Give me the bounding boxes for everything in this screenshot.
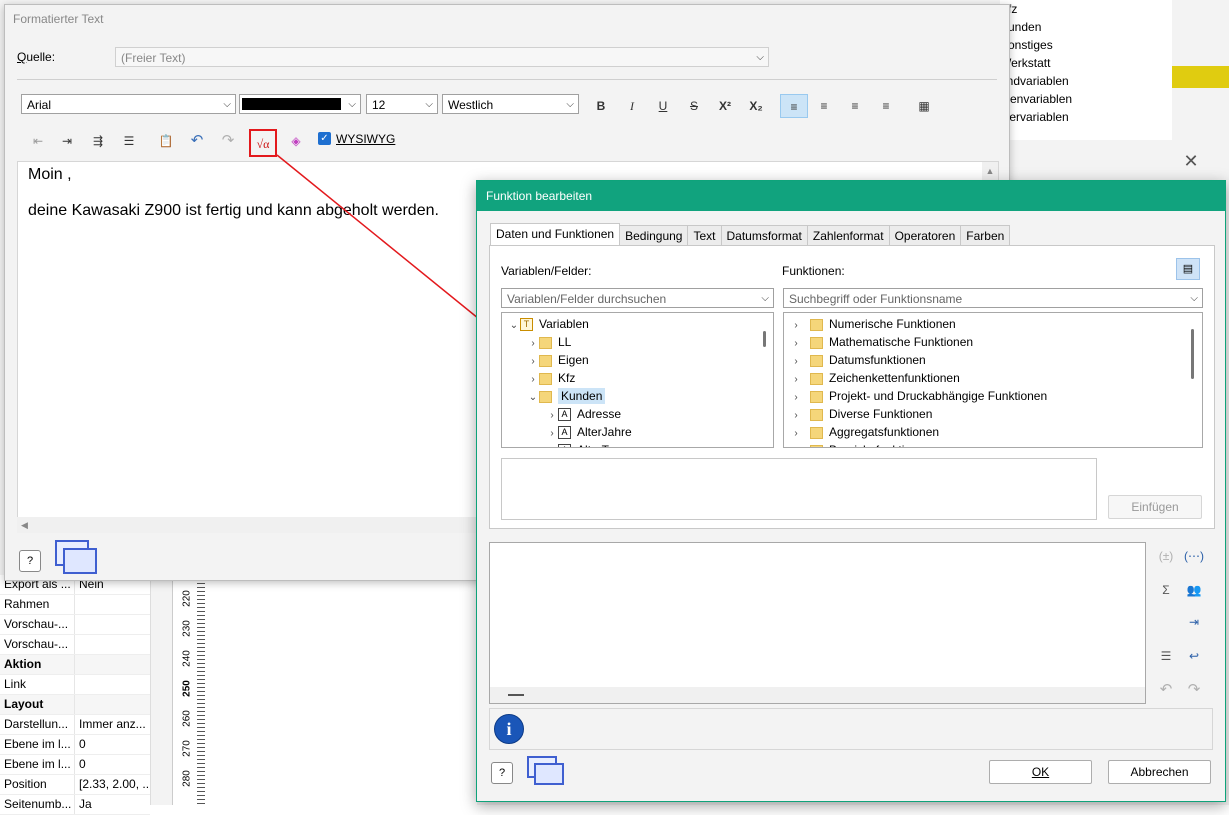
folder-icon	[810, 426, 823, 439]
dialog-title: Funktion bearbeiten	[477, 181, 1225, 211]
tree-node[interactable]: › LL	[527, 333, 571, 351]
info-bar: i	[489, 708, 1213, 750]
tab-zahlenformat[interactable]: Zahlenformat	[806, 225, 890, 246]
variables-search-placeholder: Variablen/Felder durchsuchen	[507, 292, 667, 306]
expression-editor[interactable]	[489, 542, 1146, 704]
function-category[interactable]: › Aggregatsfunktionen	[790, 423, 939, 441]
chevron-down-icon: ⌵	[761, 293, 769, 304]
variables-tree[interactable]: ⌄ T Variablen › LL › Eigen › Kfz ⌄ Kunden › A Adresse…	[501, 312, 774, 448]
scrollbar-thumb[interactable]	[1191, 329, 1194, 379]
cancel-button[interactable]: Abbrechen	[1108, 760, 1211, 784]
function-category[interactable]: › Bereichsfunktionen	[790, 441, 931, 447]
chevron-down-icon: ⌵	[1190, 293, 1198, 304]
chevron-right-icon[interactable]: ›	[790, 443, 802, 447]
tree-node-label: Variablen	[539, 317, 589, 331]
tree-node[interactable]: › Eigen	[527, 351, 589, 369]
tree-node-label: Eigen	[558, 353, 589, 367]
function-category[interactable]: › Projekt- und Druckabhängige Funktionen	[790, 387, 1047, 405]
function-category[interactable]: › Diverse Funktionen	[790, 405, 932, 423]
folder-icon	[539, 372, 552, 385]
functions-search-placeholder: Suchbegriff oder Funktionsname	[789, 292, 963, 306]
function-category[interactable]: › Mathematische Funktionen	[790, 333, 973, 351]
folder-icon	[539, 354, 552, 367]
tab-panel: Variablen/Felder: Funktionen: ▤ Variable…	[489, 245, 1215, 529]
tree-node[interactable]: ⌄ T Variablen	[508, 315, 589, 333]
variables-search-input[interactable]: Variablen/Felder durchsuchen ⌵	[501, 288, 774, 308]
text-field-icon: A	[558, 444, 571, 447]
function-category-label: Numerische Funktionen	[829, 317, 956, 331]
tab-operatoren[interactable]: Operatoren	[888, 225, 962, 246]
function-category-label: Bereichsfunktionen	[829, 443, 931, 447]
variable-root-icon: T	[520, 318, 533, 332]
users-icon[interactable]: 👥	[1183, 579, 1205, 601]
tree-node-label: Kunden	[558, 388, 606, 404]
folder-icon	[810, 372, 823, 385]
tab-bedingung[interactable]: Bedingung	[619, 225, 689, 246]
functions-label: Funktionen:	[782, 264, 845, 278]
chevron-down-icon[interactable]: ⌄	[508, 317, 520, 335]
tab-farben[interactable]: Farben	[960, 225, 1011, 246]
functions-search-input[interactable]: Suchbegriff oder Funktionsname ⌵	[783, 288, 1203, 308]
tree-node[interactable]: ›A AlterTage	[546, 441, 628, 447]
function-category-label: Mathematische Funktionen	[829, 335, 974, 349]
text-field-icon: A	[558, 426, 571, 440]
expression-horizontal-scrollbar[interactable]	[490, 687, 1145, 703]
folder-icon	[810, 336, 823, 349]
tab-text[interactable]: Text	[687, 225, 722, 246]
chevron-right-icon[interactable]: ›	[546, 443, 558, 447]
insert-button[interactable]: Einfügen	[1108, 495, 1202, 519]
redo-icon[interactable]: ↷	[1183, 679, 1205, 701]
folder-icon	[810, 390, 823, 403]
tree-node-label: AlterTage	[577, 443, 628, 447]
tree-node-label: Kfz	[558, 371, 576, 385]
variables-label: Variablen/Felder:	[501, 264, 592, 278]
function-category-label: Projekt- und Druckabhängige Funktionen	[829, 389, 1048, 403]
format-icon[interactable]: ☰	[1155, 645, 1177, 667]
function-dialog: Funktion bearbeiten Daten und Funktionen…	[476, 180, 1226, 802]
undo-icon[interactable]: ↶	[1155, 679, 1177, 701]
folder-icon	[810, 318, 823, 331]
function-category[interactable]: › Datumsfunktionen	[790, 351, 926, 369]
tree-node[interactable]: › A AlterJahre	[546, 423, 632, 441]
function-category-label: Zeichenkettenfunktionen	[829, 371, 960, 385]
text-field-icon: A	[558, 408, 571, 422]
insert-field-icon[interactable]: ⇥	[1183, 611, 1205, 633]
tree-node-label: LL	[558, 335, 572, 349]
help-icon[interactable]: ?	[491, 762, 513, 784]
function-category[interactable]: › Numerische Funktionen	[790, 315, 956, 333]
tree-node[interactable]: › Kfz	[527, 369, 575, 387]
ok-button[interactable]: OK	[989, 760, 1092, 784]
function-category-label: Diverse Funktionen	[829, 407, 933, 421]
folder-icon	[810, 408, 823, 421]
chevron-down-icon[interactable]: ⌄	[527, 389, 539, 407]
tab-daten-und-funktionen[interactable]: Daten und Funktionen	[490, 223, 621, 246]
expression-icon[interactable]: (⋯)	[1183, 545, 1205, 567]
tab-datumsformat[interactable]: Datumsformat	[720, 225, 808, 246]
scrollbar-thumb[interactable]	[763, 331, 766, 347]
wrap-icon[interactable]: ↩	[1183, 645, 1205, 667]
folder-icon	[539, 336, 552, 349]
folder-icon	[810, 444, 823, 447]
view-toggle-icon[interactable]: ▤	[1176, 258, 1200, 280]
functions-tree[interactable]: › Numerische Funktionen › Mathematische Fun…	[783, 312, 1203, 448]
tree-node[interactable]: › A Adresse	[546, 405, 621, 423]
tree-node-label: Adresse	[577, 407, 622, 421]
sum-icon[interactable]: Σ	[1155, 579, 1177, 601]
folder-icon	[539, 390, 552, 403]
folder-icon	[810, 354, 823, 367]
tab-bar: Daten und Funktionen Bedingung Text Datumsf…	[490, 223, 1011, 246]
tree-node[interactable]: ⌄ Kunden	[527, 387, 606, 407]
windows-icon[interactable]	[527, 756, 564, 785]
description-box	[501, 458, 1097, 520]
function-category-label: Datumsfunktionen	[829, 353, 926, 367]
brackets-icon[interactable]: (±)	[1155, 545, 1177, 567]
tree-node-label: AlterJahre	[577, 425, 632, 439]
function-category[interactable]: › Zeichenkettenfunktionen	[790, 369, 960, 387]
function-category-label: Aggregatsfunktionen	[829, 425, 940, 439]
info-icon: i	[494, 714, 524, 744]
ok-label: OK	[1031, 765, 1050, 779]
